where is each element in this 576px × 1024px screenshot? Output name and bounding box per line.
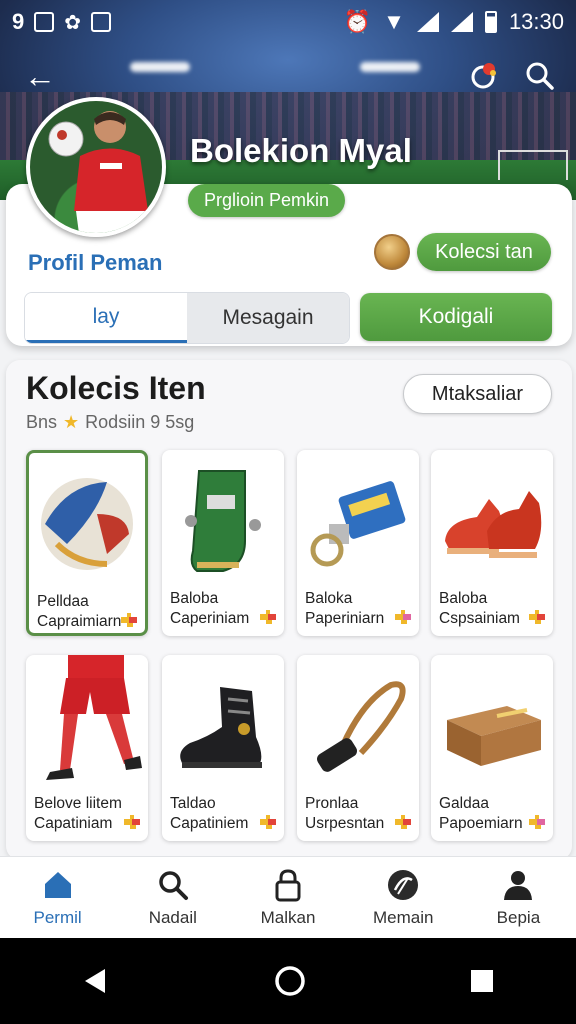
item-card[interactable]: Taldao Capatiniem: [162, 655, 284, 841]
nav-label: Nadail: [148, 907, 197, 927]
cell-signal-2-icon: [450, 12, 473, 32]
item-card[interactable]: Pronlaa Usrpesntan: [297, 655, 419, 841]
status-number: 9: [12, 9, 25, 34]
puzzle-badge-icon: [260, 610, 276, 624]
battery-icon: [484, 11, 497, 33]
item-title: Pronlaa: [305, 795, 359, 812]
item-card[interactable]: Galdaa Papoemiarn: [431, 655, 553, 841]
system-nav-bar: [0, 938, 576, 1024]
puzzle-badge-icon: [395, 815, 411, 829]
cell-signal-icon: [416, 12, 439, 32]
nav-item-lock[interactable]: Malkan: [230, 857, 345, 938]
filter-button[interactable]: Mtaksaliar: [403, 374, 552, 414]
status-pill: Prglioin Pemkin: [188, 184, 346, 217]
item-subtitle: Capraimiarn: [37, 613, 122, 630]
item-title: Baloka: [305, 590, 353, 607]
item-title: Taldao: [170, 795, 216, 812]
item-subtitle: Usrpesntan: [305, 815, 385, 832]
nav-label: Bepia: [496, 907, 541, 927]
person-icon: [504, 870, 533, 900]
stadium-light: [360, 62, 420, 72]
item-card[interactable]: Baloka Paperiniarn: [297, 450, 419, 636]
back-triangle-icon[interactable]: [81, 966, 111, 996]
item-card[interactable]: Baloba Cspsainiam: [431, 450, 553, 636]
nav-label: Malkan: [260, 907, 316, 927]
wifi-icon: ▼: [383, 9, 405, 34]
item-title: Galdaa: [439, 795, 489, 812]
item-card[interactable]: Belove liitem Capatiniam: [26, 655, 148, 841]
green-boot-image: [162, 456, 284, 586]
item-card[interactable]: Pelldaa Capraimiarn: [26, 450, 148, 636]
home-circle-icon[interactable]: [273, 964, 307, 998]
player-legs-image: [26, 655, 148, 785]
lanyard-image: [297, 661, 419, 791]
image-notification-icon: [34, 12, 55, 32]
notification-bell-icon[interactable]: [466, 58, 502, 94]
avatar[interactable]: [26, 97, 166, 237]
wood-box-image: [431, 661, 553, 791]
subtitle-left: Bns: [26, 412, 58, 432]
home-icon: [44, 871, 71, 898]
search-icon[interactable]: [522, 58, 558, 94]
alarm-icon: ⏰: [343, 9, 372, 34]
red-boots-image: [431, 456, 553, 586]
item-title: Baloba: [439, 590, 488, 607]
settings-notification-icon: ✿: [64, 11, 82, 34]
item-title: Pelldaa: [37, 593, 89, 610]
nav-label: Memain: [372, 907, 434, 927]
section-title: Kolecis Iten: [26, 370, 206, 406]
puzzle-badge-icon: [529, 815, 545, 829]
collect-button[interactable]: Kolecsi tan: [417, 233, 551, 271]
item-subtitle: Paperiniarn: [305, 610, 385, 627]
black-cleat-image: [162, 661, 284, 791]
item-subtitle: Caperiniam: [170, 610, 250, 627]
item-subtitle: Capatiniam: [34, 815, 113, 832]
subtitle-right: Rodsiin 9 5sg: [85, 412, 195, 432]
item-subtitle: Papoemiarn: [439, 815, 523, 832]
goal-net: [498, 150, 568, 180]
item-subtitle: Cspsainiam: [439, 610, 520, 627]
search-icon: [159, 870, 188, 900]
nav-label: Permil: [33, 907, 82, 927]
puzzle-badge-icon: [124, 815, 140, 829]
item-subtitle: Capatiniem: [170, 815, 249, 832]
gallery-notification-icon: [91, 12, 112, 32]
puzzle-badge-icon: [260, 815, 276, 829]
profile-label: Profil Peman: [28, 250, 163, 275]
coin-icon: [374, 234, 410, 270]
page-title: Bolekion Myal: [190, 132, 412, 169]
item-card[interactable]: Baloba Caperiniam: [162, 450, 284, 636]
nav-item-person[interactable]: Bepia: [461, 857, 576, 938]
tab-play[interactable]: lay: [25, 293, 187, 343]
puzzle-badge-icon: [529, 610, 545, 624]
keychain-image: [297, 456, 419, 586]
lock-icon: [275, 868, 301, 901]
item-title: Baloba: [170, 590, 219, 607]
star-icon: ★: [63, 412, 80, 432]
nav-item-main[interactable]: Memain: [346, 857, 461, 938]
status-bar: 9 ✿ ⏰ ▼ 13:30: [0, 0, 576, 44]
globe-icon: [388, 869, 419, 900]
code-button[interactable]: Kodigali: [360, 293, 552, 341]
back-arrow-icon[interactable]: ←: [22, 58, 58, 94]
item-title: Belove liitem: [34, 795, 122, 812]
soccer-ball-image: [29, 459, 145, 589]
section-subtitle: Bns ★ Rodsiin 9 5sg: [26, 412, 194, 433]
stadium-light: [130, 62, 190, 72]
nav-item-profile[interactable]: Permil: [0, 857, 115, 938]
clock: 13:30: [508, 9, 564, 34]
nav-item-search[interactable]: Nadail: [115, 857, 230, 938]
puzzle-badge-icon: [121, 613, 137, 627]
tab-messages[interactable]: Mesagain: [187, 293, 349, 343]
bottom-nav: Permil Nadail Malkan Memain Bepia: [0, 856, 576, 938]
recents-square-icon[interactable]: [469, 968, 495, 994]
puzzle-badge-icon: [395, 610, 411, 624]
tab-bar: lay Mesagain: [24, 292, 350, 344]
